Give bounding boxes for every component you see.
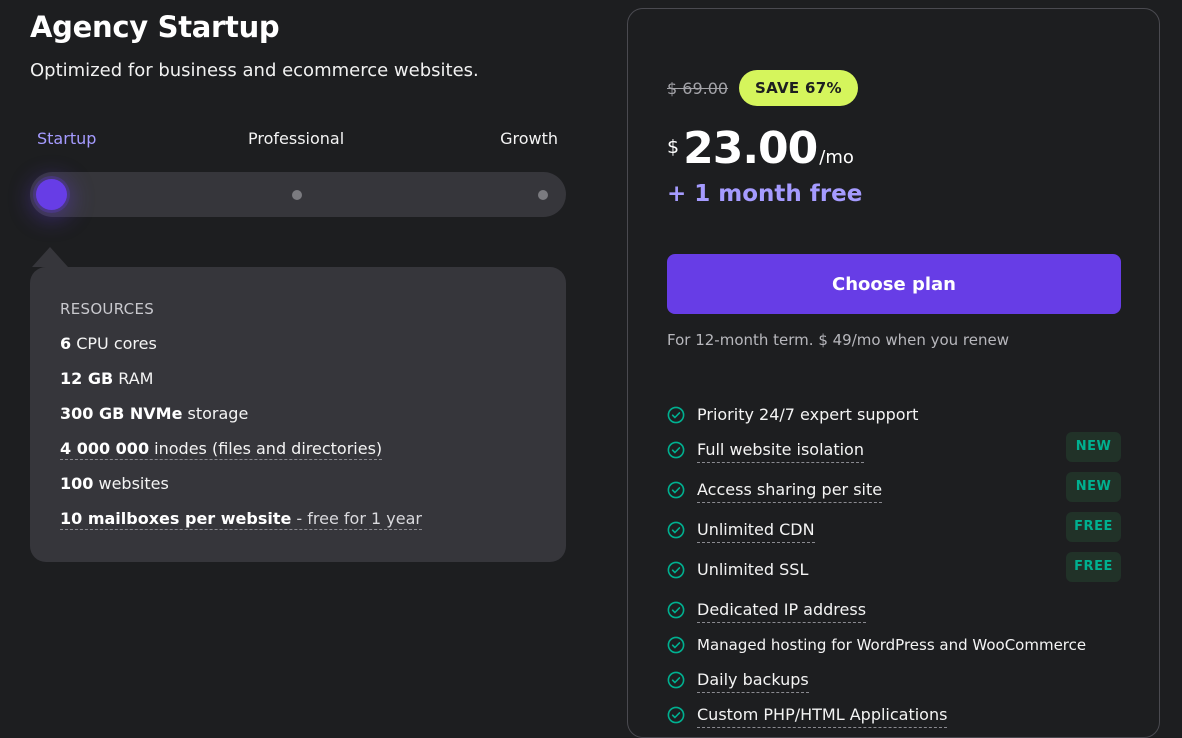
resource-cpu: 6 CPU cores xyxy=(60,334,157,353)
feature-item: Full website isolation NEW xyxy=(667,432,1121,463)
check-circle-icon xyxy=(667,636,685,654)
resource-websites: 100 websites xyxy=(60,474,169,493)
feature-label: Priority 24/7 expert support xyxy=(697,405,919,424)
new-badge: NEW xyxy=(1066,432,1121,462)
check-circle-icon xyxy=(667,481,685,499)
resource-label: RAM xyxy=(113,369,154,388)
feature-label[interactable]: Daily backups xyxy=(697,669,809,693)
feature-label[interactable]: Unlimited CDN xyxy=(697,519,815,543)
resource-value: 10 mailboxes per website xyxy=(60,509,292,528)
price-amount: 23.00 xyxy=(683,123,818,174)
tier-startup[interactable]: Startup xyxy=(37,129,96,148)
resources-heading: RESOURCES xyxy=(60,300,155,318)
resource-label: storage xyxy=(182,404,249,423)
feature-item: Access sharing per site NEW xyxy=(667,472,1121,503)
feature-item: Dedicated IP address xyxy=(667,599,1121,623)
new-badge: NEW xyxy=(1066,472,1121,502)
feature-item: Unlimited CDN FREE xyxy=(667,512,1121,543)
term-note: For 12-month term. $ 49/mo when you rene… xyxy=(667,331,1010,349)
slider-thumb[interactable] xyxy=(36,179,67,210)
save-badge: SAVE 67% xyxy=(739,70,858,106)
slider-stop-professional[interactable] xyxy=(292,190,302,200)
resource-value: 300 GB NVMe xyxy=(60,404,183,423)
feature-item: Custom PHP/HTML Applications xyxy=(667,704,1121,728)
bonus-offer: + 1 month free xyxy=(667,181,863,207)
check-circle-icon xyxy=(667,706,685,724)
feature-label: Unlimited SSL xyxy=(697,560,809,579)
feature-label[interactable]: Custom PHP/HTML Applications xyxy=(697,704,948,728)
resource-inodes[interactable]: 4 000 000 inodes (files and directories) xyxy=(60,439,383,460)
check-circle-icon xyxy=(667,671,685,689)
feature-label[interactable]: Full website isolation xyxy=(697,439,864,463)
resource-mailboxes[interactable]: 10 mailboxes per website - free for 1 ye… xyxy=(60,509,422,530)
feature-label[interactable]: Dedicated IP address xyxy=(697,599,867,623)
price-currency: $ xyxy=(667,136,680,158)
slider-stop-growth[interactable] xyxy=(538,190,548,200)
resource-storage: 300 GB NVMe storage xyxy=(60,404,248,423)
feature-item: Priority 24/7 expert support xyxy=(667,404,1121,428)
resource-label: websites xyxy=(93,474,169,493)
price: $23.00/mo xyxy=(667,123,854,174)
inodes-tooltip-trigger[interactable]: 4 000 000 inodes (files and directories) xyxy=(60,439,383,460)
resource-label: inodes (files and directories) xyxy=(149,439,383,458)
plan-subtitle: Optimized for business and ecommerce web… xyxy=(30,60,479,81)
check-circle-icon xyxy=(667,521,685,539)
free-badge: FREE xyxy=(1066,552,1121,582)
resource-label: - free for 1 year xyxy=(291,509,422,528)
check-circle-icon xyxy=(667,441,685,459)
check-circle-icon xyxy=(667,601,685,619)
choose-plan-button[interactable]: Choose plan xyxy=(667,254,1121,314)
pricing-card: $ 69.00 SAVE 67% $23.00/mo + 1 month fre… xyxy=(627,8,1160,738)
old-price: $ 69.00 xyxy=(667,79,729,98)
tier-professional[interactable]: Professional xyxy=(248,129,344,148)
feature-label[interactable]: Access sharing per site xyxy=(697,479,883,503)
resource-value: 6 xyxy=(60,334,72,353)
feature-item: Unlimited SSL FREE xyxy=(667,552,1121,583)
mailboxes-tooltip-trigger[interactable]: 10 mailboxes per website - free for 1 ye… xyxy=(60,509,422,530)
check-circle-icon xyxy=(667,406,685,424)
feature-label: Managed hosting for WordPress and WooCom… xyxy=(697,636,1087,654)
feature-item: Daily backups xyxy=(667,669,1121,693)
resources-panel: RESOURCES 6 CPU cores 12 GB RAM 300 GB N… xyxy=(30,247,566,562)
check-circle-icon xyxy=(667,561,685,579)
tier-growth[interactable]: Growth xyxy=(500,129,558,148)
free-badge: FREE xyxy=(1066,512,1121,542)
price-period: /mo xyxy=(819,147,854,168)
plan-title: Agency Startup xyxy=(30,10,280,44)
resource-value: 4 000 000 xyxy=(60,439,150,458)
tier-slider[interactable] xyxy=(30,172,566,217)
feature-item: Managed hosting for WordPress and WooCom… xyxy=(667,634,1121,658)
resource-label: CPU cores xyxy=(71,334,157,353)
resource-value: 100 xyxy=(60,474,94,493)
resource-ram: 12 GB RAM xyxy=(60,369,153,388)
resource-value: 12 GB xyxy=(60,369,114,388)
